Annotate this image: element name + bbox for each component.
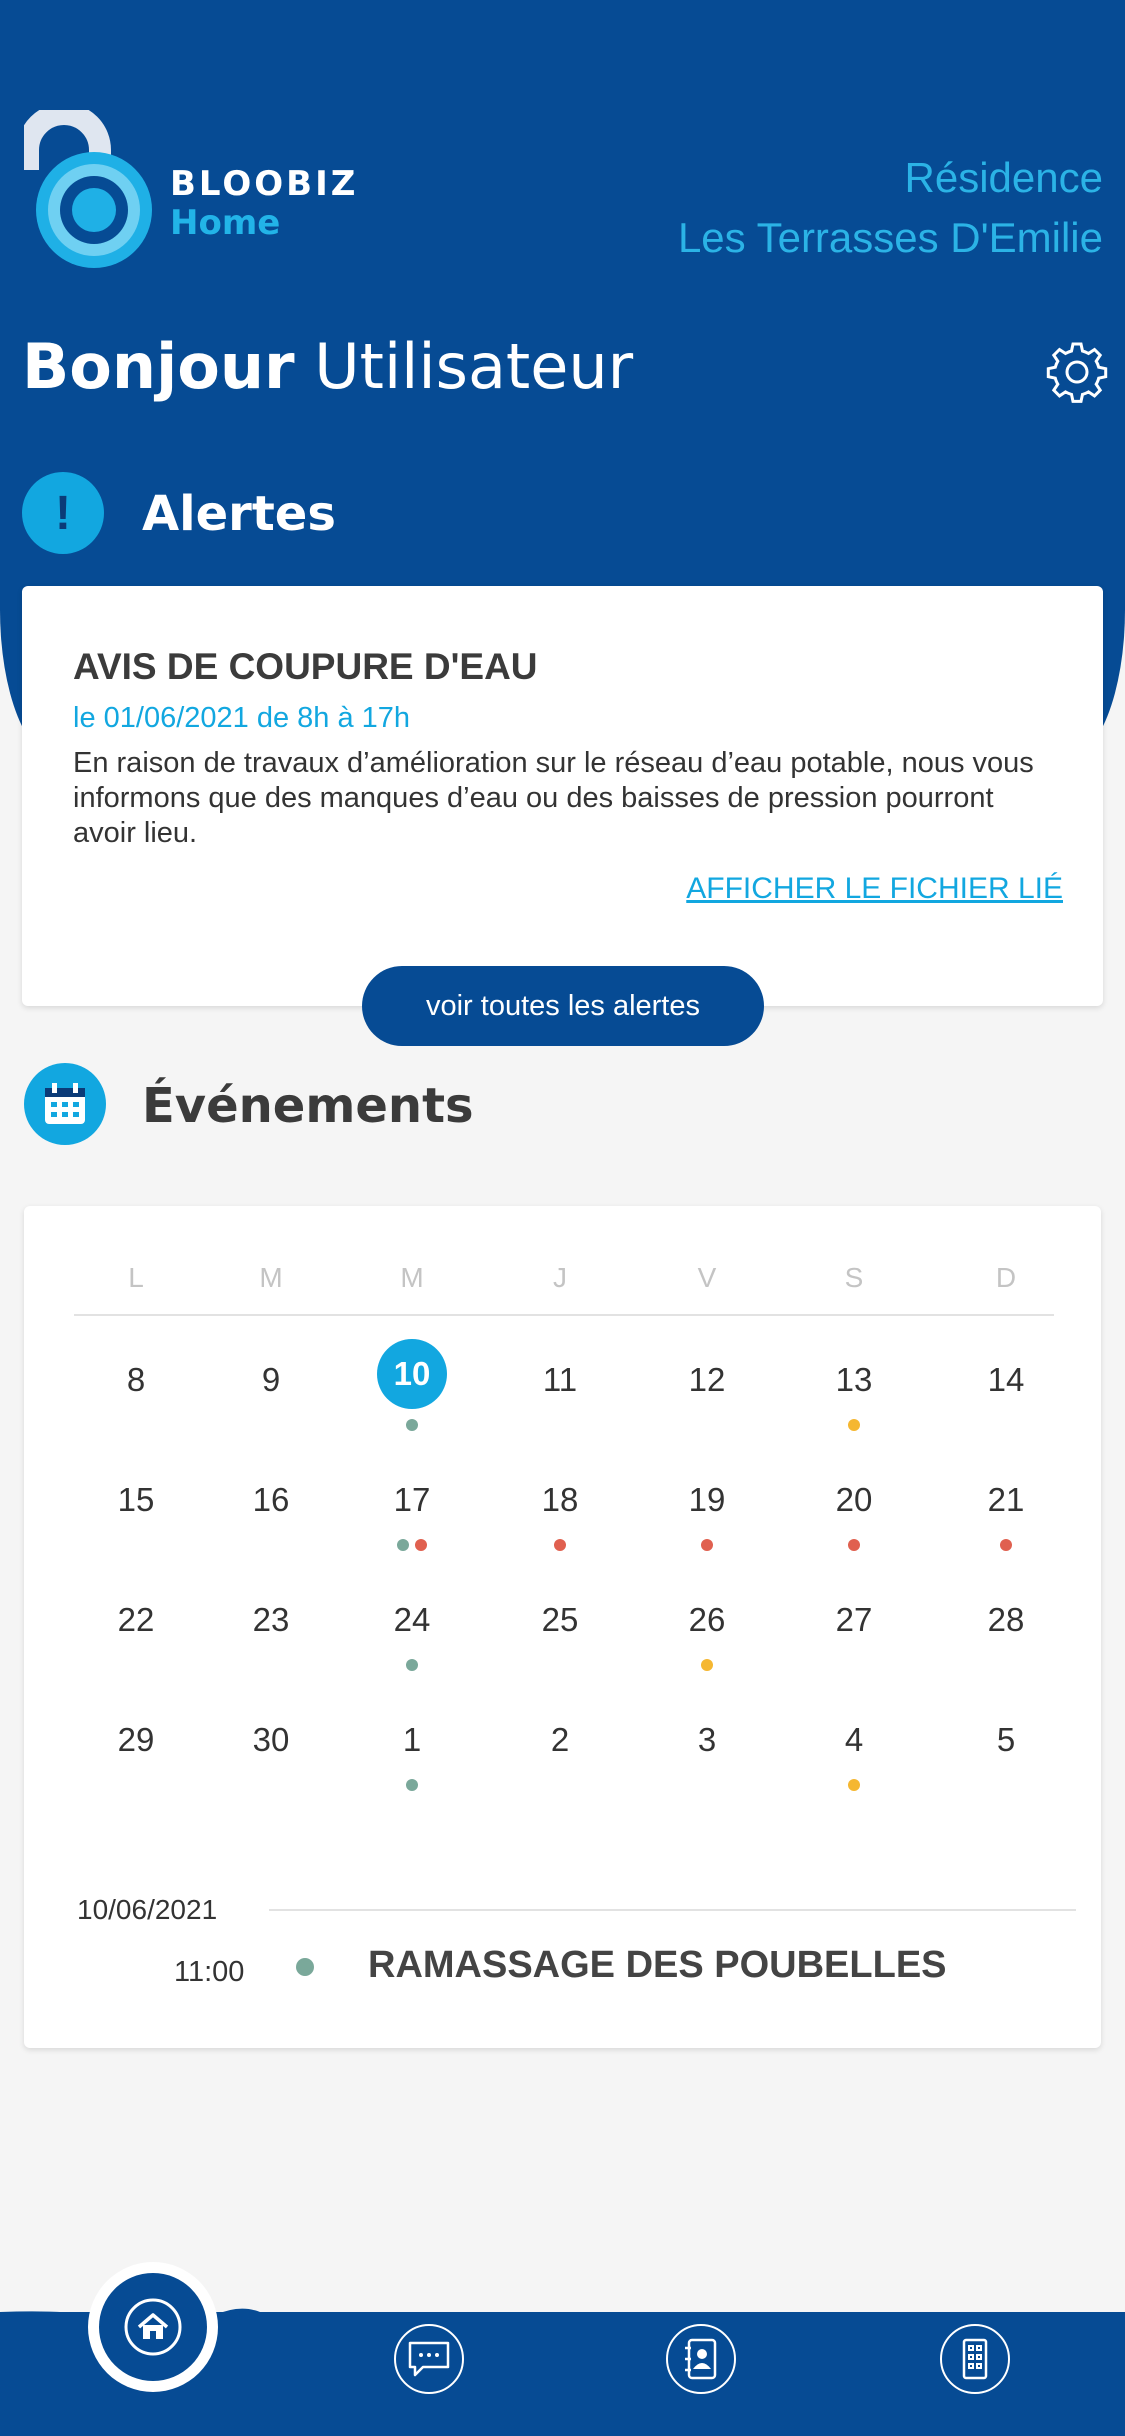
calendar-day[interactable]: 27 (836, 1601, 873, 1639)
building-icon (962, 2338, 988, 2380)
brand-name: BLOOBIZ Home (170, 165, 358, 243)
home-icon (124, 2298, 182, 2356)
weekday-label: D (995, 1262, 1017, 1293)
residence-line2: Les Terrasses D'Emilie (677, 214, 1103, 261)
event-indicator-dot (406, 1659, 418, 1671)
residence-name: Résidence Les Terrasses D'Emilie (678, 148, 1103, 268)
event-color-dot (296, 1958, 314, 1976)
event-indicator-dot (406, 1419, 418, 1431)
calendar-card: LMMJVSD 8 9 10 11 12 13 14 15 16 17 18 19 20 21 22 23 24… (24, 1206, 1101, 2048)
calendar-day[interactable]: 18 (542, 1481, 579, 1519)
calendar-divider (74, 1314, 1054, 1316)
weekday-label: M (400, 1262, 424, 1293)
weekday-label: J (553, 1262, 567, 1293)
calendar-day[interactable]: 13 (836, 1361, 873, 1399)
event-indicator-dot (554, 1539, 566, 1551)
alert-card[interactable]: AVIS DE COUPURE D'EAU le 01/06/2021 de 8… (22, 586, 1103, 1006)
calendar-day[interactable]: 15 (118, 1481, 155, 1519)
calendar-day[interactable]: 28 (988, 1601, 1025, 1639)
settings-gear-icon[interactable] (1045, 340, 1109, 404)
event-indicator-dot (406, 1779, 418, 1791)
calendar-day[interactable]: 16 (253, 1481, 290, 1519)
bloobiz-logo-icon (24, 110, 152, 268)
alert-icon-glyph: ! (55, 486, 71, 540)
event-indicator-dot (848, 1419, 860, 1431)
calendar-day[interactable]: 5 (997, 1721, 1015, 1759)
event-list-divider (269, 1909, 1076, 1911)
calendar-day[interactable]: 9 (262, 1361, 280, 1399)
calendar-day[interactable]: 4 (845, 1721, 863, 1759)
event-indicator-dot (415, 1539, 427, 1551)
event-time: 11:00 (174, 1956, 245, 1988)
calendar-day[interactable]: 25 (542, 1601, 579, 1639)
alert-date: le 01/06/2021 de 8h à 17h (73, 702, 411, 734)
calendar-day-selected[interactable]: 10 (377, 1339, 447, 1409)
weekday-label: V (697, 1262, 717, 1293)
greeting-user: Utilisateur (294, 330, 634, 403)
event-indicator-dot (848, 1779, 860, 1791)
event-indicator-dot (848, 1539, 860, 1551)
brand-line1: BLOOBIZ (170, 164, 359, 204)
calendar-day[interactable]: 20 (836, 1481, 873, 1519)
contacts-icon (685, 2338, 717, 2380)
calendar-day[interactable]: 22 (118, 1601, 155, 1639)
weekday-label: L (128, 1262, 144, 1293)
calendar-day[interactable]: 19 (689, 1481, 726, 1519)
calendar-day[interactable]: 23 (253, 1601, 290, 1639)
tab-home[interactable] (88, 2262, 218, 2392)
see-all-alerts-button[interactable]: voir toutes les alertes (362, 966, 764, 1046)
event-list-date: 10/06/2021 (77, 1894, 218, 1925)
tab-residence[interactable] (940, 2324, 1010, 2394)
weekday-label: S (844, 1262, 864, 1293)
greeting: Bonjour Utilisateur (22, 330, 633, 403)
calendar-glyph-icon (45, 1083, 85, 1124)
alert-body: En raison de travaux d’amélioration sur … (73, 747, 1034, 849)
residence-line1: Résidence (904, 154, 1103, 201)
event-indicator-dot (397, 1539, 409, 1551)
events-title: Événements (142, 1078, 474, 1134)
event-indicator-dot (701, 1539, 713, 1551)
calendar-day[interactable]: 14 (988, 1361, 1025, 1399)
calendar-day[interactable]: 24 (394, 1601, 431, 1639)
alert-icon: ! (22, 472, 104, 554)
calendar-day[interactable]: 2 (551, 1721, 569, 1759)
calendar-icon (24, 1063, 106, 1145)
weekday-label: M (259, 1262, 283, 1293)
brand-line2: Home (170, 203, 281, 243)
calendar-day[interactable]: 12 (689, 1361, 726, 1399)
event-indicator-dot (1000, 1539, 1012, 1551)
calendar-day[interactable]: 1 (403, 1721, 421, 1759)
event-indicator-dot (701, 1659, 713, 1671)
chat-icon (408, 2341, 450, 2377)
greeting-bold: Bonjour (22, 330, 295, 403)
calendar-day[interactable]: 17 (394, 1481, 431, 1519)
alert-title: AVIS DE COUPURE D'EAU (73, 646, 538, 687)
calendar-day[interactable]: 11 (543, 1361, 577, 1399)
alerts-title: Alertes (142, 486, 336, 542)
tab-messages[interactable] (394, 2324, 464, 2394)
calendar-day[interactable]: 29 (118, 1721, 155, 1759)
calendar-day[interactable]: 26 (689, 1601, 726, 1639)
calendar-day[interactable]: 30 (253, 1721, 290, 1759)
tab-contacts[interactable] (666, 2324, 736, 2394)
calendar-day[interactable]: 21 (988, 1481, 1025, 1519)
view-linked-file-link[interactable]: AFFICHER LE FICHIER LIÉ (686, 872, 1063, 906)
calendar-day[interactable]: 8 (127, 1361, 145, 1399)
event-name[interactable]: RAMASSAGE DES POUBELLES (368, 1944, 947, 1987)
calendar-day[interactable]: 3 (698, 1721, 716, 1759)
